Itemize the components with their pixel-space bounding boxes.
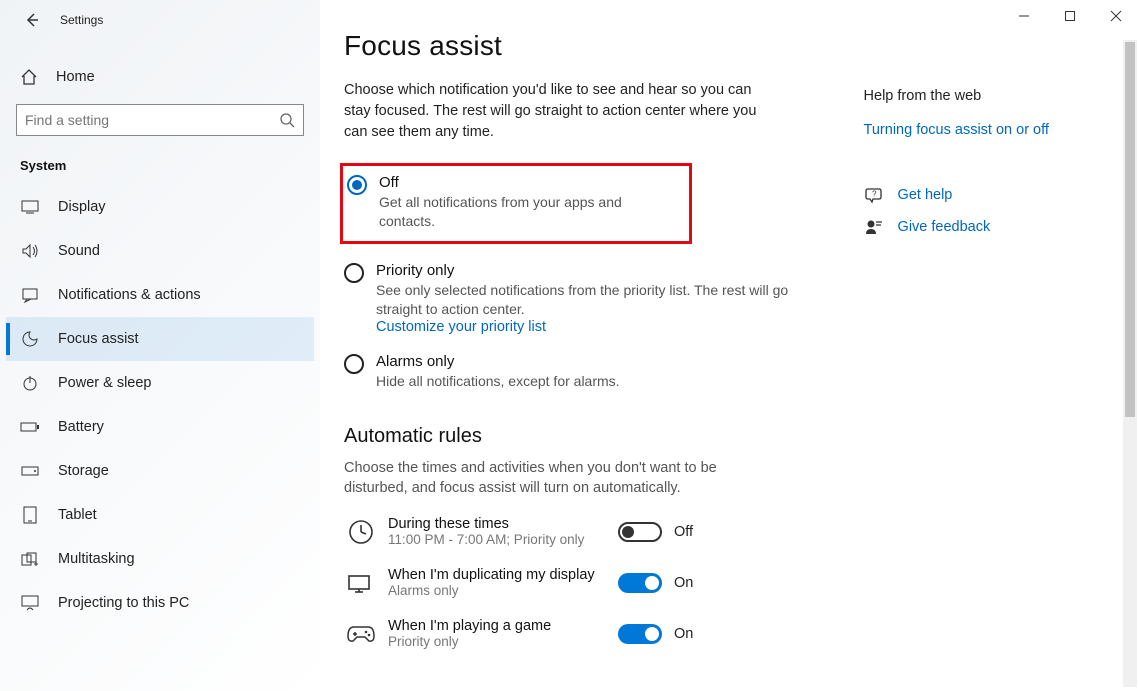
sidebar-item-label: Sound [58,243,100,259]
sidebar-category: System [20,158,314,173]
help-link[interactable]: Turning focus assist on or off [864,122,1115,138]
clock-icon [344,519,378,545]
sidebar-item-multitasking[interactable]: Multitasking [6,537,314,581]
feedback-label: Give feedback [898,219,991,235]
focus-mode-group: Off Get all notifications from your apps… [344,163,828,390]
rule-during-times[interactable]: During these times 11:00 PM - 7:00 AM; P… [344,516,828,547]
rule-title: When I'm duplicating my display [388,567,598,583]
radio-indicator [347,175,367,195]
game-icon [344,624,378,644]
toggle-state: On [674,575,693,591]
highlight-box: Off Get all notifications from your apps… [340,163,692,244]
automatic-rules-desc: Choose the times and activities when you… [344,458,774,499]
automatic-rules-heading: Automatic rules [344,425,828,448]
duplicate-display-icon [344,572,378,594]
home-icon [20,68,40,86]
radio-priority-only[interactable]: Priority only See only selected notifica… [344,262,828,335]
rule-sub: Alarms only [388,583,598,598]
help-heading: Help from the web [864,88,1115,104]
focus-assist-icon [20,330,40,348]
multitasking-icon [20,552,40,566]
rule-toggle[interactable] [618,522,662,542]
back-button[interactable] [20,8,44,32]
scrollbar-thumb[interactable] [1125,42,1135,417]
search-input[interactable] [25,112,279,128]
sidebar-item-focus-assist[interactable]: Focus assist [6,317,314,361]
radio-indicator [344,263,364,283]
storage-icon [20,465,40,477]
radio-off[interactable]: Off Get all notifications from your apps… [347,174,679,231]
sidebar-item-notifications[interactable]: Notifications & actions [6,273,314,317]
battery-icon [20,421,40,433]
get-help-link[interactable]: ? Get help [864,186,1115,204]
tablet-icon [20,506,40,524]
window-title: Settings [60,13,103,27]
radio-indicator [344,354,364,374]
radio-alarms-only[interactable]: Alarms only Hide all notifications, exce… [344,353,828,391]
radio-label: Off [379,174,679,191]
toggle-state: On [674,626,693,642]
rule-title: When I'm playing a game [388,618,598,634]
get-help-label: Get help [898,187,953,203]
nav-list: Display Sound Notifications & actions Fo… [6,185,314,625]
help-icon: ? [864,186,884,204]
sound-icon [20,243,40,259]
rule-title: During these times [388,516,598,532]
sidebar-item-label: Battery [58,419,104,435]
rule-playing-game[interactable]: When I'm playing a game Priority only On [344,618,828,649]
page-title: Focus assist [344,30,1115,62]
sidebar-item-display[interactable]: Display [6,185,314,229]
maximize-button[interactable] [1047,0,1093,32]
sidebar-item-projecting[interactable]: Projecting to this PC [6,581,314,625]
radio-sub: Get all notifications from your apps and… [379,193,679,231]
sidebar-item-storage[interactable]: Storage [6,449,314,493]
rule-sub: 11:00 PM - 7:00 AM; Priority only [388,532,598,547]
feedback-icon [864,218,884,236]
display-icon [20,200,40,214]
sidebar: Settings Home System Display Sound [0,0,320,691]
projecting-icon [20,595,40,611]
sidebar-item-label: Projecting to this PC [58,595,189,611]
scrollbar[interactable] [1123,40,1137,687]
rule-sub: Priority only [388,634,598,649]
give-feedback-link[interactable]: Give feedback [864,218,1115,236]
sidebar-item-label: Multitasking [58,551,135,567]
sidebar-item-battery[interactable]: Battery [6,405,314,449]
sidebar-item-label: Power & sleep [58,375,152,391]
radio-label: Alarms only [376,353,620,370]
window-controls [1001,0,1139,32]
radio-sub: See only selected notifications from the… [376,281,796,319]
rule-toggle[interactable] [618,573,662,593]
titlebar: Settings [6,0,314,40]
rule-duplicating-display[interactable]: When I'm duplicating my display Alarms o… [344,567,828,598]
toggle-state: Off [674,524,693,540]
sidebar-item-label: Notifications & actions [58,287,201,303]
power-icon [20,375,40,391]
sidebar-home-label: Home [56,69,95,85]
rule-toggle[interactable] [618,624,662,644]
sidebar-item-tablet[interactable]: Tablet [6,493,314,537]
sidebar-item-power[interactable]: Power & sleep [6,361,314,405]
sidebar-item-label: Storage [58,463,109,479]
main-content: Focus assist Choose which notification y… [320,0,1139,691]
notifications-icon [20,287,40,303]
sidebar-item-sound[interactable]: Sound [6,229,314,273]
svg-text:?: ? [872,190,877,199]
search-box[interactable] [16,104,304,136]
radio-sub: Hide all notifications, except for alarm… [376,372,620,391]
close-button[interactable] [1093,0,1139,32]
sidebar-home[interactable]: Home [6,58,314,96]
radio-label: Priority only [376,262,796,279]
page-description: Choose which notification you'd like to … [344,80,774,143]
sidebar-item-label: Display [58,199,106,215]
aside: Help from the web Turning focus assist o… [864,80,1115,669]
minimize-button[interactable] [1001,0,1047,32]
customize-priority-link[interactable]: Customize your priority list [376,319,796,335]
search-icon [279,112,295,128]
sidebar-item-label: Tablet [58,507,97,523]
sidebar-item-label: Focus assist [58,331,139,347]
